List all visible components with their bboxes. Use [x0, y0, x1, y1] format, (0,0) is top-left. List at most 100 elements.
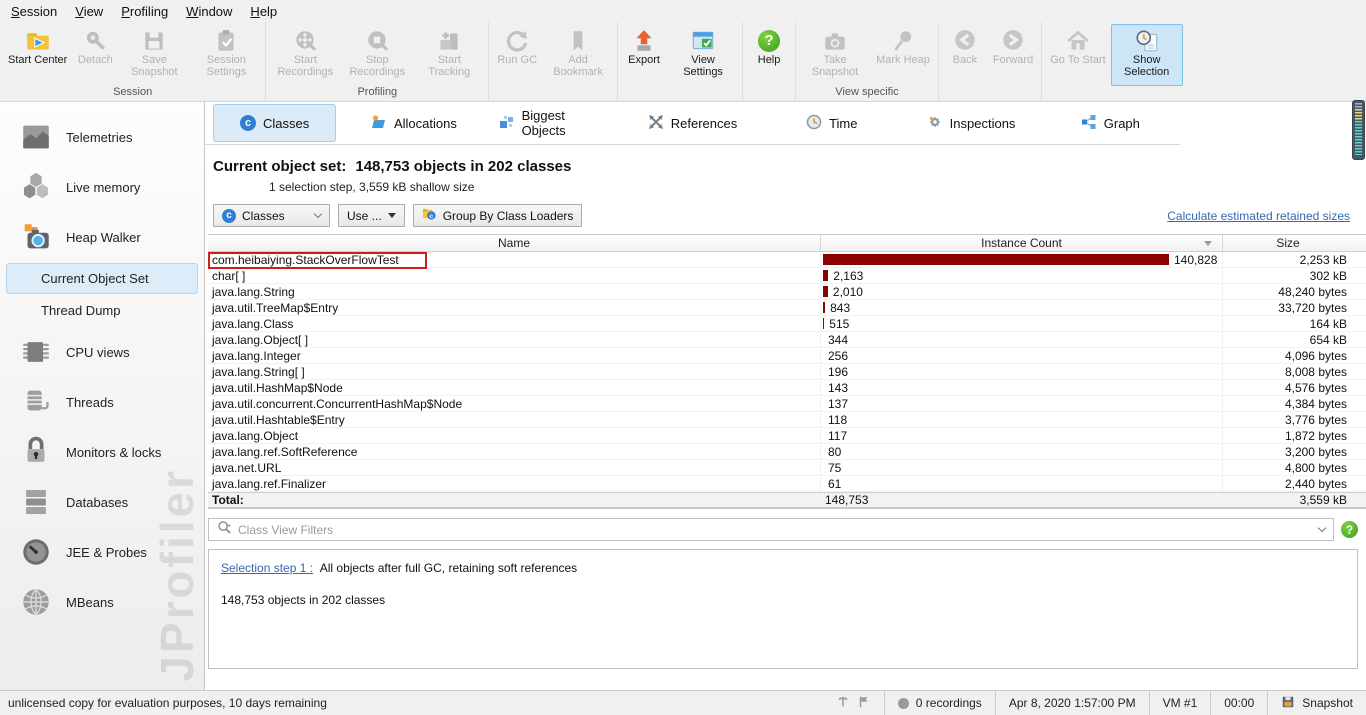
- table-row[interactable]: java.util.concurrent.ConcurrentHashMap$N…: [208, 396, 1366, 412]
- chevron-down-icon: [313, 209, 323, 219]
- menu-help[interactable]: Help: [241, 2, 286, 21]
- vm-indicator[interactable]: VM #1: [1148, 691, 1211, 715]
- table-row[interactable]: java.lang.String 2,010 48,240 bytes: [208, 284, 1366, 300]
- show-selection-button[interactable]: Show Selection: [1110, 24, 1183, 86]
- instance-count-bar: [823, 318, 825, 329]
- table-row[interactable]: java.lang.Object 117 1,872 bytes: [208, 428, 1366, 444]
- back-arrow-icon: [952, 27, 978, 54]
- recordings-status[interactable]: 0 recordings: [883, 691, 995, 715]
- forward-button[interactable]: Forward: [988, 24, 1038, 86]
- svg-text:c: c: [429, 212, 433, 219]
- run-gc-button[interactable]: Run GC: [492, 24, 542, 86]
- tab-biggest-objects[interactable]: Biggest Objects: [484, 99, 623, 147]
- save-snapshot-button[interactable]: Save Snapshot: [118, 24, 190, 86]
- menu-window[interactable]: Window: [177, 2, 241, 21]
- main-content: c Classes Allocations Biggest Objects Ref…: [205, 99, 1366, 690]
- table-row[interactable]: java.lang.ref.Finalizer 61 2,440 bytes: [208, 476, 1366, 492]
- telemetries-icon: [18, 119, 54, 155]
- elapsed-time: 00:00: [1210, 691, 1267, 715]
- start-recordings-button[interactable]: Start Recordings: [269, 24, 341, 86]
- table-row[interactable]: java.lang.Integer 256 4,096 bytes: [208, 348, 1366, 364]
- calculate-retained-sizes-link[interactable]: Calculate estimated retained sizes: [1167, 209, 1350, 223]
- view-settings-button[interactable]: View Settings: [667, 24, 739, 86]
- sidebar-item-live-memory[interactable]: Live memory: [0, 162, 204, 212]
- tab-graph[interactable]: Graph: [1041, 105, 1180, 142]
- selection-step-link[interactable]: Selection step 1 :: [221, 561, 313, 575]
- table-row[interactable]: java.lang.ref.SoftReference 80 3,200 byt…: [208, 444, 1366, 460]
- table-row[interactable]: java.util.Hashtable$Entry 118 3,776 byte…: [208, 412, 1366, 428]
- menu-bar: Session View Profiling Window Help: [0, 0, 1366, 22]
- instance-count-bar: [823, 254, 1169, 265]
- table-row[interactable]: com.heibaiying.StackOverFlowTest 140,828…: [208, 252, 1366, 268]
- pushpin-icon: [890, 27, 916, 54]
- menu-view[interactable]: View: [66, 2, 112, 21]
- sidebar-item-thread-dump[interactable]: Thread Dump: [6, 295, 198, 326]
- dropdown-arrow-icon: [387, 213, 396, 218]
- padlock-icon: [18, 434, 54, 470]
- sidebar-item-cpu-views[interactable]: CPU views: [0, 327, 204, 377]
- go-to-start-button[interactable]: Go To Start: [1045, 24, 1110, 86]
- help-button[interactable]: ? Help: [746, 24, 792, 86]
- selection-steps-panel: Selection step 1 : All objects after ful…: [208, 549, 1358, 669]
- flag-icon[interactable]: [857, 695, 871, 712]
- start-tracking-button[interactable]: Start Tracking: [413, 24, 485, 86]
- table-row[interactable]: java.util.TreeMap$Entry 843 33,720 bytes: [208, 300, 1366, 316]
- sidebar-item-threads[interactable]: Threads: [0, 377, 204, 427]
- tab-time[interactable]: Time: [762, 105, 901, 142]
- tab-inspections[interactable]: Inspections: [901, 105, 1040, 142]
- column-header-name[interactable]: Name: [208, 235, 821, 251]
- detach-button[interactable]: Detach: [72, 24, 118, 86]
- header-label: Current object set:: [213, 158, 347, 175]
- menu-session[interactable]: Session: [2, 2, 66, 21]
- sort-desc-icon: [1204, 241, 1212, 246]
- snapshot-status[interactable]: Snapshot: [1267, 691, 1366, 715]
- table-row[interactable]: java.lang.String[ ] 196 8,008 bytes: [208, 364, 1366, 380]
- filter-input[interactable]: [238, 522, 1313, 537]
- filter-row: ?: [208, 518, 1358, 541]
- sidebar: Telemetries Live memory Heap Walker Curr…: [0, 102, 205, 690]
- allocations-icon: [371, 114, 387, 133]
- column-header-instance-count[interactable]: Instance Count: [821, 235, 1223, 251]
- license-status: unlicensed copy for evaluation purposes,…: [8, 696, 327, 710]
- table-row[interactable]: char[ ] 2,163 302 kB: [208, 268, 1366, 284]
- sidebar-item-heap-walker[interactable]: Heap Walker: [0, 212, 204, 262]
- tab-references[interactable]: References: [623, 105, 762, 142]
- table-row[interactable]: java.net.URL 75 4,800 bytes: [208, 460, 1366, 476]
- mark-heap-button[interactable]: Mark Heap: [871, 24, 935, 86]
- pin-icon[interactable]: [836, 695, 850, 712]
- column-header-size[interactable]: Size: [1223, 235, 1353, 251]
- table-row[interactable]: java.lang.Object[ ] 344 654 kB: [208, 332, 1366, 348]
- session-settings-button[interactable]: Session Settings: [190, 24, 262, 86]
- export-button[interactable]: Export: [621, 24, 667, 86]
- timestamp: Apr 8, 2020 1:57:00 PM: [994, 691, 1149, 715]
- table-row[interactable]: java.util.HashMap$Node 143 4,576 bytes: [208, 380, 1366, 396]
- add-bookmark-button[interactable]: Add Bookmark: [542, 24, 614, 86]
- class-view-filter[interactable]: [208, 518, 1334, 541]
- table-row[interactable]: java.lang.Class 515 164 kB: [208, 316, 1366, 332]
- use-button[interactable]: Use ...: [338, 204, 405, 227]
- menu-profiling[interactable]: Profiling: [112, 2, 177, 21]
- sidebar-item-telemetries[interactable]: Telemetries: [0, 112, 204, 162]
- search-icon: [217, 520, 232, 540]
- take-snapshot-button[interactable]: Take Snapshot: [799, 24, 871, 86]
- snapshot-floppy-icon: [1281, 695, 1295, 712]
- tab-allocations[interactable]: Allocations: [344, 105, 483, 142]
- floppy-icon: [141, 27, 167, 54]
- group-by-class-loaders-button[interactable]: c Group By Class Loaders: [412, 204, 583, 227]
- bookmark-icon: [565, 27, 591, 54]
- filter-help-icon[interactable]: ?: [1341, 521, 1358, 538]
- sidebar-item-current-object-set[interactable]: Current Object Set: [6, 263, 198, 294]
- stop-recordings-button[interactable]: Stop Recordings: [341, 24, 413, 86]
- heap-controls: c Classes Use ... c Group By Class Loade…: [213, 204, 1358, 227]
- hex-cluster-icon: [18, 169, 54, 205]
- chevron-down-icon[interactable]: [1317, 523, 1327, 533]
- jprofiler-watermark: JProfiler: [151, 468, 203, 682]
- classes-icon: c: [222, 208, 236, 223]
- camera-icon: [822, 27, 848, 54]
- start-center-button[interactable]: Start Center: [3, 24, 72, 86]
- back-button[interactable]: Back: [942, 24, 988, 86]
- tab-classes[interactable]: c Classes: [205, 104, 344, 142]
- classes-dropdown[interactable]: c Classes: [213, 204, 330, 227]
- toolbar: Start Center Detach Save Snapshot Sessio…: [0, 22, 1366, 102]
- help-icon: ?: [758, 27, 781, 54]
